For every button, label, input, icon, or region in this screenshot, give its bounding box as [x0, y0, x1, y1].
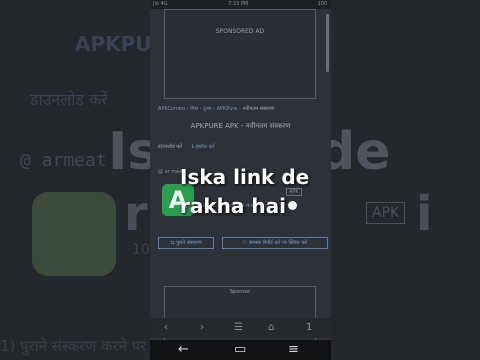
bg-download-text: डाउनलोड करें [30, 90, 108, 109]
report-issue-button[interactable]: ⚐ समस्या रिपोर्ट करें पर क्लिक करें [222, 237, 328, 249]
breadcrumb-item-current: नवीनतम संस्करण [242, 106, 275, 112]
download-link[interactable]: डाउनलोड करें [158, 144, 182, 150]
breadcrumb: APKCombo › ऐप्स › टूल्स › APKPure › नवीन… [158, 106, 275, 112]
bg-big-i: i [416, 186, 433, 242]
sponsor-label: Sponsor [229, 289, 251, 295]
bg-apk-badge: APK [366, 202, 406, 224]
breadcrumb-item-apkpure[interactable]: APKPure [217, 106, 238, 112]
battery-level: 100 [317, 1, 327, 7]
nav-back-icon[interactable]: ← [178, 342, 189, 357]
old-versions-button[interactable]: ⇆ पुराने संस्करण [158, 237, 214, 249]
nav-recents-icon[interactable]: ≡ [288, 342, 299, 357]
bg-user-handle: @ armeat [20, 150, 107, 171]
caption-line-1: Iska link de [180, 165, 310, 189]
bg-big-r: r [124, 186, 148, 242]
sponsored-ad-bottom[interactable]: Sponsor [164, 286, 316, 348]
install-info-link[interactable]: ℹ इंस्टॉल करें [192, 144, 215, 150]
browser-toolbar: ‹ › ☰ ⌂ 1 [150, 318, 331, 338]
carrier-label: Jio 4G [153, 1, 168, 7]
touch-indicator [288, 201, 297, 210]
page-title: APKPURE APK - नवीनतम संस्करण [190, 122, 291, 130]
action-row: डाउनलोड करें ℹ इंस्टॉल करें [158, 144, 215, 150]
bg-app-logo [32, 192, 116, 276]
sponsored-ad-label: SPONSORED AD [215, 28, 265, 35]
back-icon[interactable]: ‹ [164, 322, 168, 333]
home-icon[interactable]: ⌂ [268, 322, 274, 333]
caption-overlay: Iska link de rakha hai [180, 163, 309, 221]
status-bar: Jio 4G 7:33 PM 100 [150, 0, 331, 9]
menu-icon[interactable]: ☰ [234, 322, 243, 333]
nav-home-icon[interactable]: ▭ [234, 342, 246, 357]
bg-size-text: 10 [132, 242, 150, 258]
sponsored-ad-top[interactable]: SPONSORED AD [164, 9, 316, 99]
tabs-icon[interactable]: 1 [306, 322, 312, 333]
breadcrumb-item-apps[interactable]: ऐप्स [190, 106, 198, 112]
system-nav-bar: ← ▭ ≡ [150, 340, 331, 360]
breadcrumb-item-apkcombo[interactable]: APKCombo [158, 106, 185, 112]
scrollbar[interactable] [326, 14, 329, 72]
forward-icon[interactable]: › [200, 322, 204, 333]
clock: 7:33 PM [228, 1, 249, 7]
